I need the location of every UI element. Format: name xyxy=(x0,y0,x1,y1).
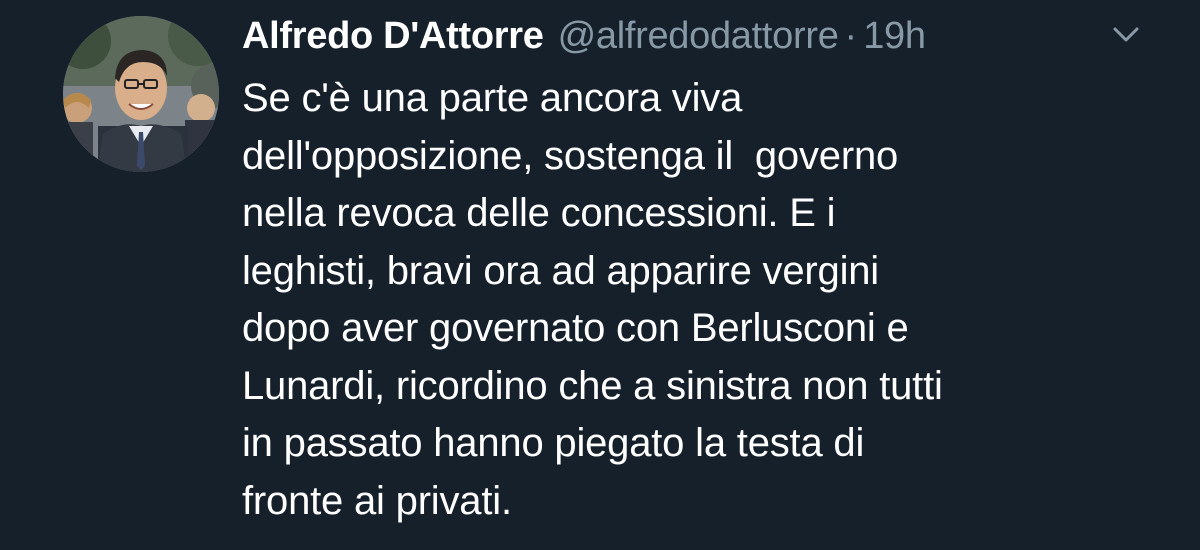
author-name[interactable]: Alfredo D'Attorre xyxy=(242,15,544,58)
tweet-text-line: Lunardi, ricordino che a sinistra non tu… xyxy=(242,363,943,408)
tweet-text-line: leghisti, bravi ora ad apparire vergini xyxy=(242,248,879,293)
tweet-text-line: in passato hanno piegato la testa di xyxy=(242,421,865,465)
tweet-text-line: dopo aver governato con Berlusconi e xyxy=(242,306,909,350)
tweet-text: Se c'è una parte ancora viva dell'opposi… xyxy=(242,70,1162,530)
tweet-text-line: Se c'è una parte ancora viva xyxy=(242,76,743,120)
separator-dot: · xyxy=(844,14,858,57)
timestamp[interactable]: 19h xyxy=(863,15,926,58)
avatar[interactable] xyxy=(63,16,219,172)
tweet-text-line: dell'opposizione, sostenga il governo xyxy=(242,133,899,178)
profile-photo xyxy=(63,16,219,172)
chevron-down-icon[interactable] xyxy=(1112,24,1140,46)
tweet: Alfredo D'Attorre @alfredodattorre · 19h… xyxy=(0,0,1200,550)
tweet-text-line: fronte ai privati. xyxy=(242,478,512,523)
chevron-down-icon-svg xyxy=(1113,27,1139,42)
tweet-text-line: nella revoca delle concessioni. E i xyxy=(242,191,836,235)
tweet-header: Alfredo D'Attorre @alfredodattorre · 19h xyxy=(242,8,926,64)
author-handle[interactable]: @alfredodattorre xyxy=(558,15,839,58)
